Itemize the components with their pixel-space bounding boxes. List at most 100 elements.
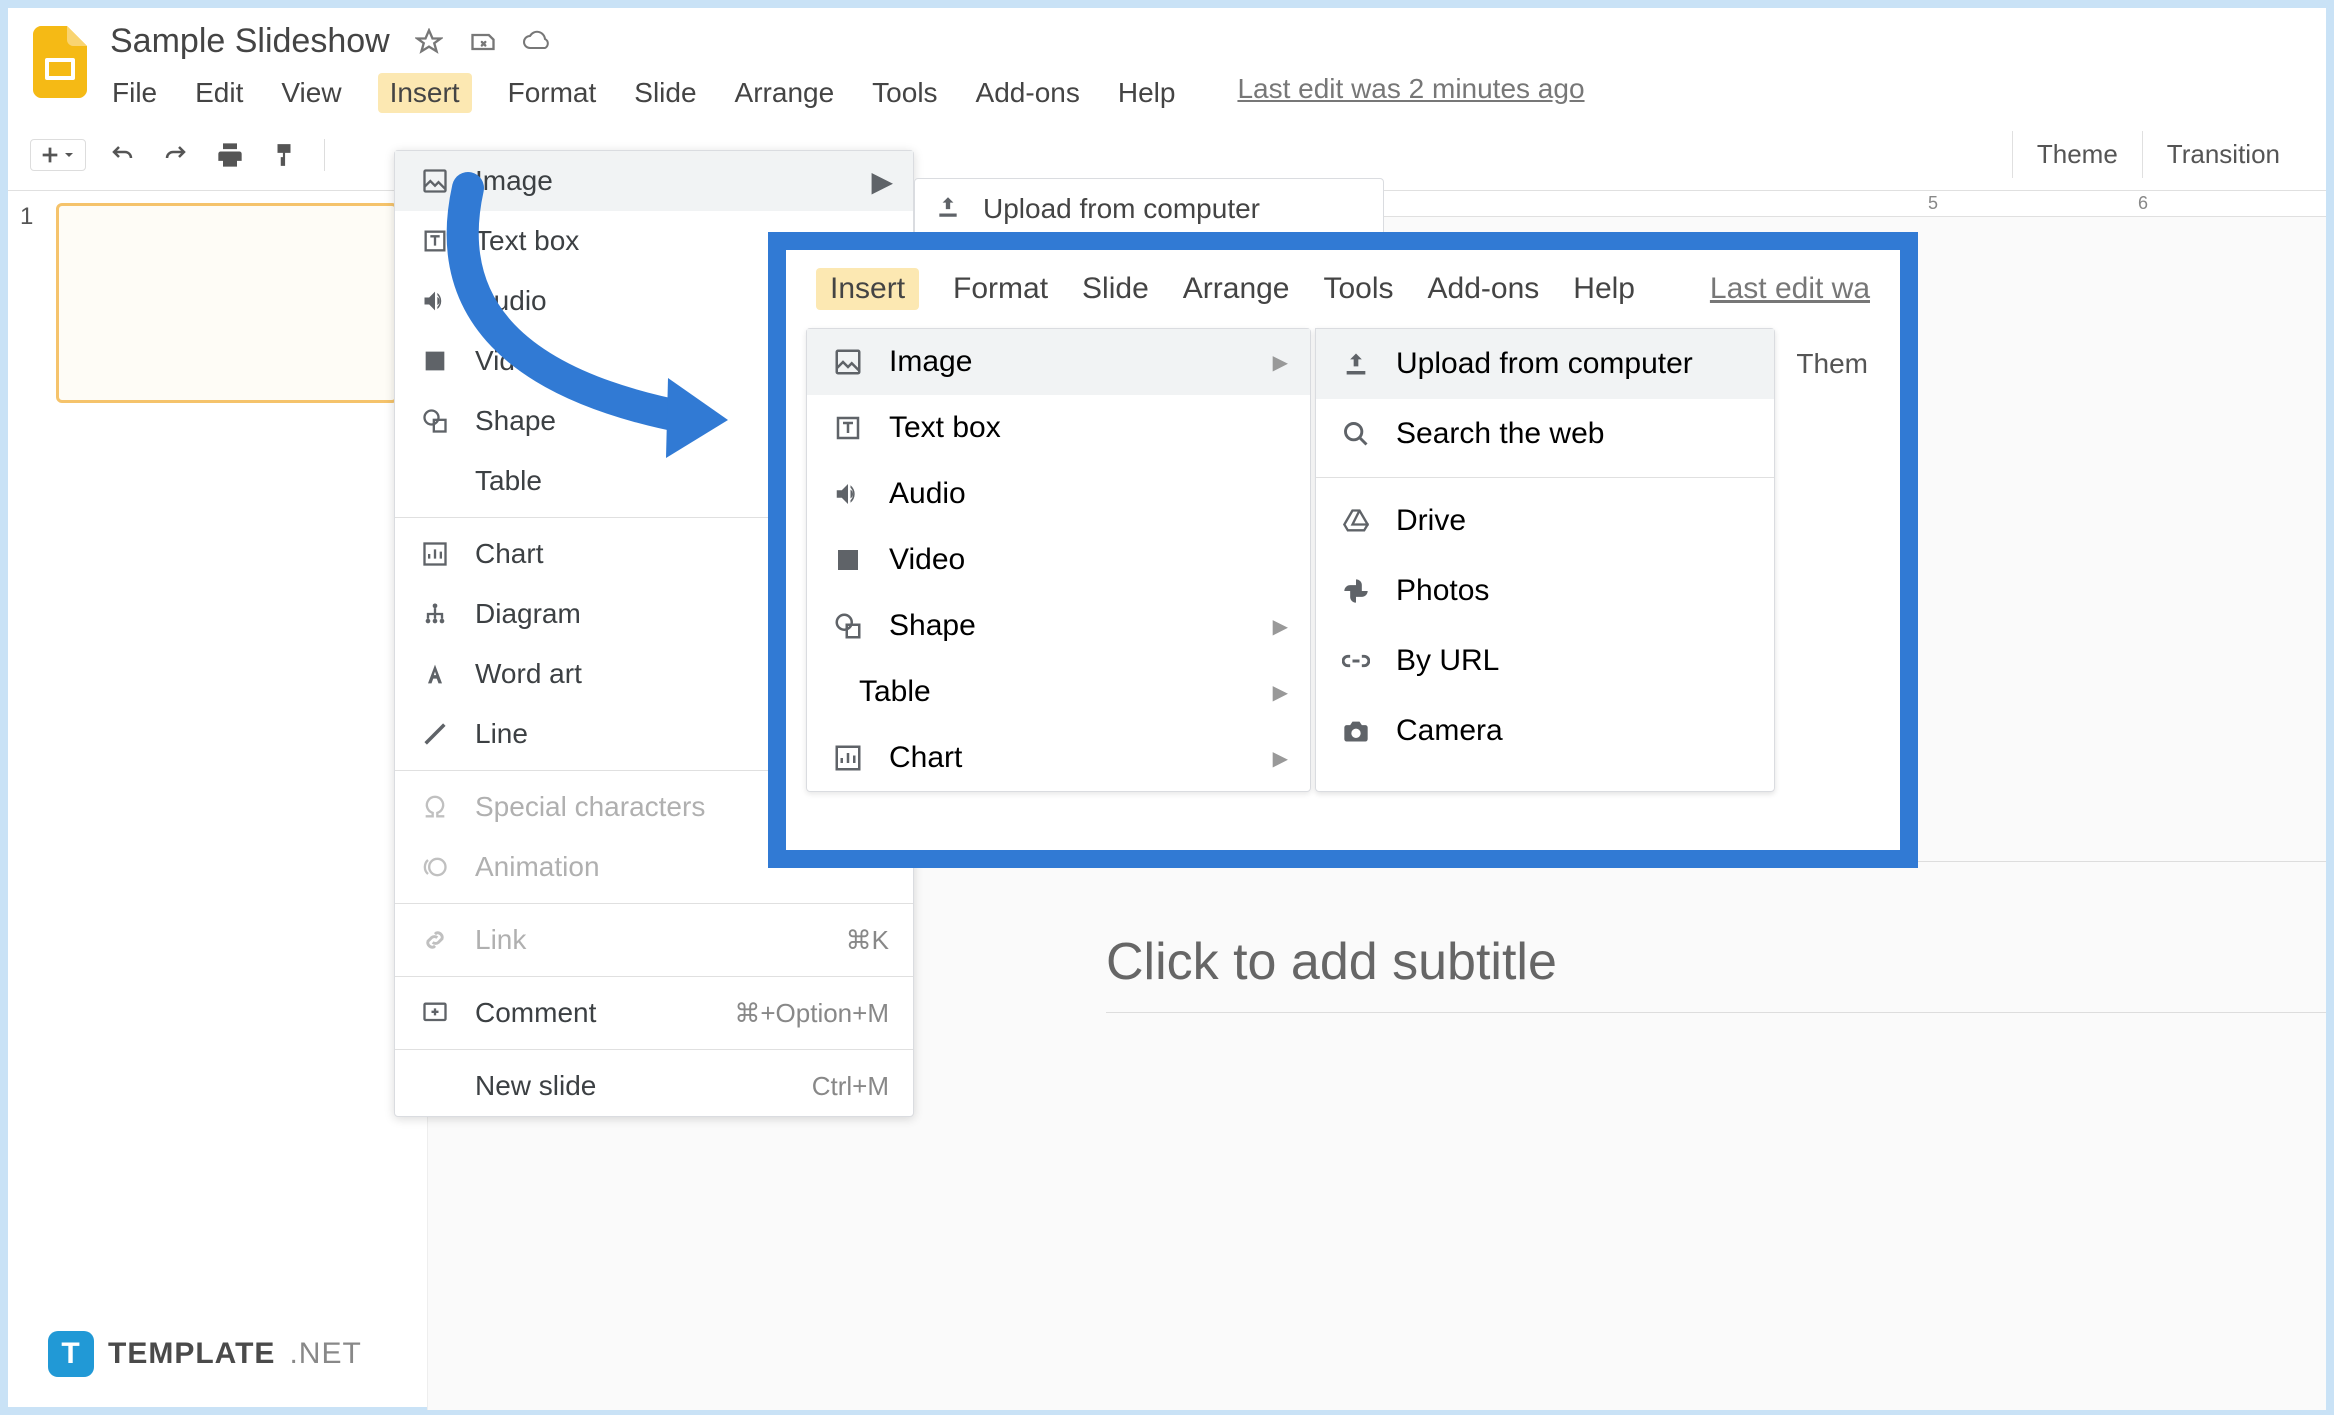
callout-menu-addons[interactable]: Add-ons [1428, 272, 1540, 306]
cloud-status-icon[interactable] [522, 27, 552, 57]
menu-item-label: Animation [475, 851, 600, 883]
callout-menu-insert[interactable]: Insert [816, 268, 919, 310]
callout-theme-label: Them [1796, 328, 1888, 792]
callout-insert-textbox[interactable]: Text box [807, 395, 1310, 461]
chart-icon [419, 538, 451, 570]
submenu-camera[interactable]: Camera [1316, 696, 1774, 766]
image-submenu-partial[interactable]: Upload from computer [914, 178, 1384, 240]
watermark-brand: TEMPLATE [108, 1337, 275, 1371]
menu-tools[interactable]: Tools [870, 73, 939, 113]
textbox-icon [833, 413, 863, 443]
insert-image-item[interactable]: Image ▶ [395, 151, 913, 211]
transition-tab[interactable]: Transition [2142, 131, 2304, 178]
callout-insert-shape[interactable]: Shape ▶ [807, 593, 1310, 659]
callout-insert-image[interactable]: Image ▶ [807, 329, 1310, 395]
slide-number: 1 [20, 203, 44, 403]
menu-item-label: Comment [475, 997, 596, 1029]
search-icon [1342, 420, 1370, 448]
menu-help[interactable]: Help [1116, 73, 1178, 113]
chevron-right-icon: ▶ [1273, 680, 1288, 705]
link-icon [1342, 647, 1370, 675]
callout-last-edit[interactable]: Last edit wa [1710, 272, 1870, 306]
menu-item-label: Table [859, 675, 931, 709]
menu-item-label: Text box [475, 225, 579, 257]
insert-comment-item[interactable]: Comment ⌘+Option+M [395, 983, 913, 1043]
menu-item-label: Diagram [475, 598, 581, 630]
menu-item-label: New slide [475, 1070, 596, 1102]
drive-icon [1342, 507, 1370, 535]
move-icon[interactable] [468, 27, 498, 57]
menu-file[interactable]: File [110, 73, 159, 113]
image-icon [419, 165, 451, 197]
menu-item-label: Shape [475, 405, 556, 437]
menu-slide[interactable]: Slide [632, 73, 698, 113]
menu-item-label: Image [889, 345, 972, 379]
menu-item-label: Upload from computer [1396, 347, 1693, 381]
video-icon [419, 345, 451, 377]
callout-insert-table[interactable]: Table ▶ [807, 659, 1310, 725]
camera-icon [1342, 717, 1370, 745]
callout-menu-arrange[interactable]: Arrange [1183, 272, 1290, 306]
undo-button[interactable] [104, 137, 140, 173]
audio-icon [419, 285, 451, 317]
menu-format[interactable]: Format [506, 73, 599, 113]
menu-item-label: Word art [475, 658, 582, 690]
chart-icon [833, 743, 863, 773]
last-edit-link[interactable]: Last edit was 2 minutes ago [1237, 73, 1584, 113]
submenu-drive[interactable]: Drive [1316, 486, 1774, 556]
callout-menu-help[interactable]: Help [1573, 272, 1635, 306]
photos-icon [1342, 577, 1370, 605]
comment-icon [419, 997, 451, 1029]
special-chars-icon [419, 791, 451, 823]
chevron-right-icon: ▶ [1273, 614, 1288, 639]
menu-item-label: Line [475, 718, 528, 750]
shortcut-label: Ctrl+M [812, 1071, 889, 1102]
slide-thumbnail[interactable] [56, 203, 398, 403]
callout-menu-tools[interactable]: Tools [1324, 272, 1394, 306]
callout-image-submenu: Upload from computer Search the web Driv… [1315, 328, 1775, 792]
menu-item-label: Text box [889, 411, 1001, 445]
menu-addons[interactable]: Add-ons [974, 73, 1082, 113]
menu-item-label: Camera [1396, 714, 1503, 748]
menu-item-label: Shape [889, 609, 976, 643]
menu-arrange[interactable]: Arrange [733, 73, 837, 113]
callout-overlay: Insert Format Slide Arrange Tools Add-on… [768, 232, 1918, 868]
slide-subtitle-placeholder[interactable]: Click to add subtitle [1106, 932, 2326, 992]
document-title[interactable]: Sample Slideshow [110, 22, 390, 61]
chevron-right-icon: ▶ [1273, 350, 1288, 375]
callout-insert-chart[interactable]: Chart ▶ [807, 725, 1310, 791]
theme-tab[interactable]: Theme [2012, 131, 2142, 178]
menu-item-label: Drive [1396, 504, 1466, 538]
ruler-mark: 6 [2138, 193, 2148, 214]
menubar: File Edit View Insert Format Slide Arran… [110, 73, 1585, 113]
callout-insert-video[interactable]: Video [807, 527, 1310, 593]
shortcut-label: ⌘K [846, 925, 889, 956]
callout-menu-slide[interactable]: Slide [1082, 272, 1149, 306]
audio-icon [833, 479, 863, 509]
print-button[interactable] [212, 137, 248, 173]
menu-item-label: Table [475, 465, 542, 497]
submenu-photos[interactable]: Photos [1316, 556, 1774, 626]
callout-insert-audio[interactable]: Audio [807, 461, 1310, 527]
redo-button[interactable] [158, 137, 194, 173]
menu-insert[interactable]: Insert [378, 73, 472, 113]
insert-new-slide-item[interactable]: New slide Ctrl+M [395, 1056, 913, 1116]
textbox-icon [419, 225, 451, 257]
line-icon [419, 718, 451, 750]
insert-link-item: Link ⌘K [395, 910, 913, 970]
submenu-search-web[interactable]: Search the web [1316, 399, 1774, 469]
upload-icon [935, 194, 965, 224]
callout-menu-format[interactable]: Format [953, 272, 1048, 306]
menu-edit[interactable]: Edit [193, 73, 245, 113]
paint-format-button[interactable] [266, 137, 302, 173]
menu-view[interactable]: View [279, 73, 343, 113]
titlebar: Sample Slideshow File Edit View Insert F… [8, 8, 2326, 113]
toolbar-separator [324, 139, 325, 171]
submenu-by-url[interactable]: By URL [1316, 626, 1774, 696]
menu-item-label: Search the web [1396, 417, 1604, 451]
new-slide-button[interactable] [30, 139, 86, 171]
video-icon [833, 545, 863, 575]
star-icon[interactable] [414, 27, 444, 57]
submenu-upload-computer[interactable]: Upload from computer [1316, 329, 1774, 399]
shape-icon [833, 611, 863, 641]
